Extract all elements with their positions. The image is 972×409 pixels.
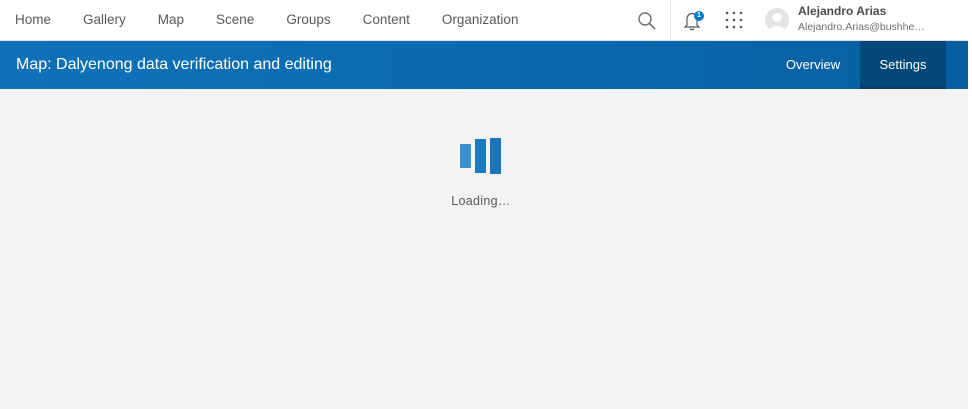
item-title-bar: Map: Dalyenong data verification and edi… [0,41,972,89]
nav-scene-link[interactable]: Scene [200,0,270,40]
page-title: Map: Dalyenong data verification and edi… [16,56,332,73]
nav-gallery-link[interactable]: Gallery [67,0,142,40]
window-edge [968,0,972,409]
loader-bar [490,138,501,174]
nav-groups-link[interactable]: Groups [270,0,346,40]
top-navigation: Home Gallery Map Scene Groups Content Or… [0,0,972,41]
user-email: Alejandro.Arias@bushhe… [798,21,925,33]
user-name: Alejandro Arias [798,4,887,18]
search-button[interactable] [636,10,658,32]
loading-text: Loading… [451,194,511,208]
user-avatar-icon [768,13,786,32]
app-launcher-button[interactable] [724,10,744,30]
tab-overview[interactable]: Overview [772,41,854,89]
nav-divider [670,0,671,40]
avatar [765,8,789,32]
nav-content-link[interactable]: Content [347,0,426,40]
tab-settings[interactable]: Settings [860,41,946,89]
nav-home-link[interactable]: Home [0,0,67,40]
nav-map-link[interactable]: Map [142,0,200,40]
loader-bar [475,139,486,173]
search-icon [638,12,656,30]
nav-organization-link[interactable]: Organization [426,0,535,40]
apps-grid-icon [725,11,743,29]
notification-count-badge: 1 [694,11,704,21]
loader-bar [460,144,471,168]
loading-bars-icon [460,138,502,174]
nav-links: Home Gallery Map Scene Groups Content Or… [0,0,534,40]
user-menu[interactable]: Alejandro Arias Alejandro.Arias@bushhe… [760,0,972,40]
